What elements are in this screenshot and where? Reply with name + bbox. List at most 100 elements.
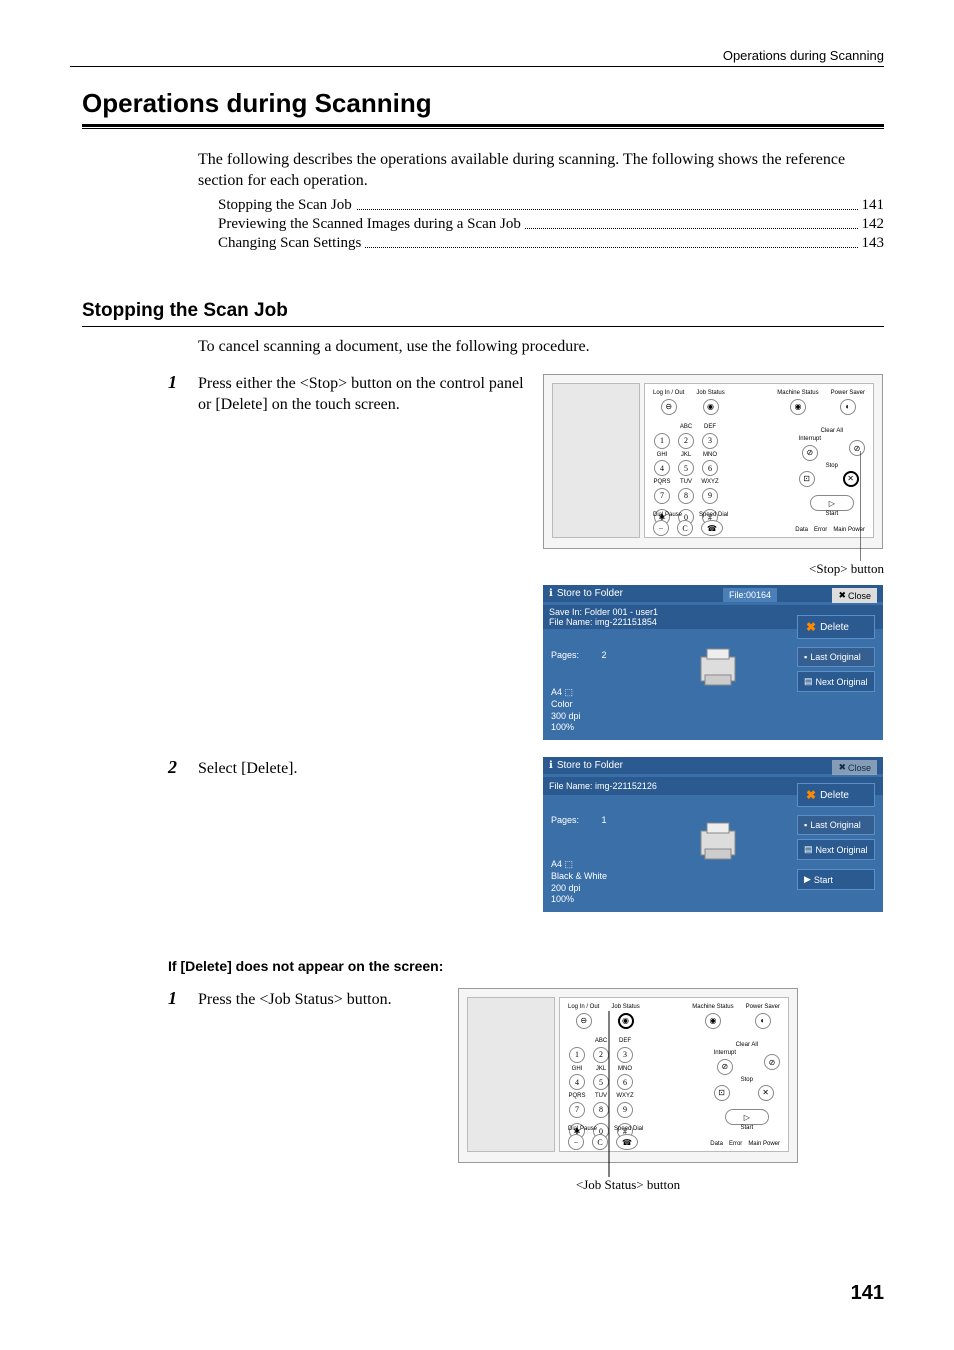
resolution: 200 dpi <box>551 883 607 895</box>
key-3[interactable]: 3 <box>617 1047 633 1063</box>
section-heading-stopping: Stopping the Scan Job <box>82 300 288 322</box>
paper-size: A4 ⬚ <box>551 687 581 699</box>
last-original-button[interactable]: ▪ Last Original <box>797 815 875 835</box>
start-label-screen: Start <box>814 875 833 885</box>
error-indicator: Error <box>729 1141 742 1147</box>
key-3[interactable]: 3 <box>702 433 718 449</box>
speed-dial-button[interactable]: ☎ <box>701 520 723 536</box>
step-2-text: Select [Delete]. <box>198 759 298 780</box>
stop-button[interactable]: ✕ <box>758 1085 774 1101</box>
speed-dial-label: Speed Dial <box>699 512 728 518</box>
key-6[interactable]: 6 <box>617 1074 633 1090</box>
last-original-label: Last Original <box>810 820 861 830</box>
power-saver-icon[interactable]: ◐ <box>755 1013 771 1029</box>
dial-pause-button[interactable]: − <box>568 1134 584 1150</box>
control-panel-figure-2: Log In / Out⊖ Job Status◉ Machine Status… <box>458 988 798 1163</box>
last-original-icon: ▪ <box>804 652 807 662</box>
toc: Stopping the Scan Job 141 Previewing the… <box>218 197 884 254</box>
error-indicator: Error <box>814 527 827 533</box>
key-2[interactable]: 2 <box>678 433 694 449</box>
start-button-screen[interactable]: ▶ Start <box>797 869 875 890</box>
toc-row: Stopping the Scan Job 141 <box>218 197 884 214</box>
dial-pause-button[interactable]: − <box>653 520 669 536</box>
delete-x-icon: ✖ <box>806 788 816 802</box>
clear-all-label: Clear All <box>714 1042 780 1048</box>
pages-value: 1 <box>602 815 607 825</box>
login-icon[interactable]: ⊖ <box>576 1013 592 1029</box>
mno-label: MNO <box>616 1066 634 1072</box>
dial-pause-label: Dial Pause <box>653 512 682 518</box>
last-original-label: Last Original <box>810 652 861 662</box>
clear-button[interactable]: C <box>592 1134 608 1150</box>
close-label: Close <box>848 763 871 773</box>
key-9[interactable]: 9 <box>617 1102 633 1118</box>
key-8[interactable]: 8 <box>593 1102 609 1118</box>
pqrs-label: PQRS <box>653 479 671 485</box>
stop-button[interactable]: ✕ <box>843 471 859 487</box>
pages-value: 2 <box>602 650 607 660</box>
start-button[interactable]: ▷ <box>810 495 854 511</box>
power-saver-label: Power Saver <box>746 1004 780 1010</box>
delete-button[interactable]: ✖ Delete <box>797 615 875 639</box>
key-9[interactable]: 9 <box>702 488 718 504</box>
power-saver-icon[interactable]: ◐ <box>840 399 856 415</box>
interrupt-label: Interrupt <box>714 1050 736 1056</box>
start-button[interactable]: ▷ <box>725 1109 769 1125</box>
key-6[interactable]: 6 <box>702 460 718 476</box>
key-2[interactable]: 2 <box>593 1047 609 1063</box>
next-original-button[interactable]: ▤ Next Original <box>797 839 875 860</box>
stop-button-callout: <Stop> button <box>722 561 884 577</box>
start-label: Start <box>714 1125 780 1131</box>
step-1-text: Press either the <Stop> button on the co… <box>198 374 528 416</box>
close-button[interactable]: ✖ Close <box>832 588 877 603</box>
key-4[interactable]: 4 <box>654 460 670 476</box>
intro-paragraph: The following describes the operations a… <box>198 150 884 192</box>
speed-dial-button[interactable]: ☎ <box>616 1134 638 1150</box>
last-original-icon: ▪ <box>804 820 807 830</box>
interrupt-button[interactable]: ⊘ <box>802 445 818 461</box>
step-number-2: 2 <box>168 757 177 778</box>
job-status-callout: <Job Status> button <box>548 1177 708 1193</box>
job-status-button-highlighted[interactable]: ◉ <box>618 1013 634 1029</box>
key-5[interactable]: 5 <box>678 460 694 476</box>
screen-title: Store to Folder <box>557 588 623 599</box>
key-5[interactable]: 5 <box>593 1074 609 1090</box>
clear-button[interactable]: C <box>677 520 693 536</box>
machine-status-icon[interactable]: ◉ <box>790 399 806 415</box>
clear-all-button[interactable]: ⊘ <box>764 1054 780 1070</box>
key-4[interactable]: 4 <box>569 1074 585 1090</box>
review-button[interactable]: ⊡ <box>714 1085 730 1101</box>
interrupt-button[interactable]: ⊘ <box>717 1059 733 1075</box>
paper-size: A4 ⬚ <box>551 859 607 871</box>
wxyz-label: WXYZ <box>616 1093 634 1099</box>
section-intro: To cancel scanning a document, use the f… <box>198 338 590 356</box>
job-status-label: Job Status <box>611 1004 639 1010</box>
ghi-label: GHI <box>568 1066 586 1072</box>
job-status-icon[interactable]: ◉ <box>703 399 719 415</box>
next-original-button[interactable]: ▤ Next Original <box>797 671 875 692</box>
key-1[interactable]: 1 <box>654 433 670 449</box>
login-label: Log In / Out <box>568 1004 599 1010</box>
key-8[interactable]: 8 <box>678 488 694 504</box>
next-original-label: Next Original <box>816 677 868 687</box>
review-button[interactable]: ⊡ <box>799 471 815 487</box>
toc-row: Previewing the Scanned Images during a S… <box>218 216 884 233</box>
toc-page: 141 <box>858 197 885 214</box>
header-rule <box>70 66 884 67</box>
key-7[interactable]: 7 <box>654 488 670 504</box>
info-icon: ℹ <box>549 760 553 771</box>
zoom-pct: 100% <box>551 722 581 734</box>
wxyz-label: WXYZ <box>701 479 719 485</box>
data-indicator: Data <box>795 527 808 533</box>
close-label: Close <box>848 591 871 601</box>
last-original-button[interactable]: ▪ Last Original <box>797 647 875 667</box>
key-7[interactable]: 7 <box>569 1102 585 1118</box>
control-panel-figure: Log In / Out⊖ Job Status◉ Machine Status… <box>543 374 883 549</box>
machine-status-label: Machine Status <box>777 390 818 396</box>
login-icon[interactable]: ⊖ <box>661 399 677 415</box>
toc-page: 143 <box>858 235 885 252</box>
machine-status-icon[interactable]: ◉ <box>705 1013 721 1029</box>
next-original-icon: ▤ <box>804 844 813 855</box>
key-1[interactable]: 1 <box>569 1047 585 1063</box>
delete-button[interactable]: ✖ Delete <box>797 783 875 807</box>
